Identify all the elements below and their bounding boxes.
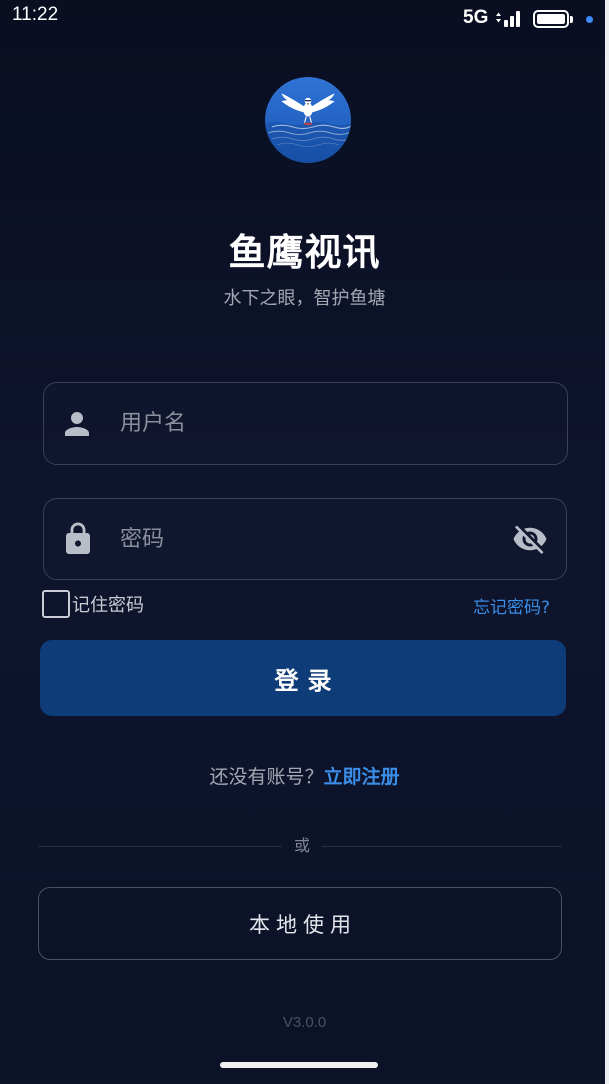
remember-label: 记住密码 — [72, 595, 144, 616]
username-field[interactable] — [43, 382, 568, 465]
lock-icon — [60, 521, 96, 557]
remember-checkbox[interactable] — [42, 590, 70, 618]
register-link[interactable]: 立即注册 — [324, 766, 400, 788]
app-slogan: 水下之眼，智护鱼塘 — [223, 288, 386, 309]
local-use-button-label: 本地使用 — [249, 912, 357, 937]
eye-off-icon[interactable] — [512, 521, 548, 557]
signal-icon — [495, 9, 525, 27]
local-use-button[interactable]: 本地使用 — [38, 887, 562, 960]
divider-label: 或 — [293, 836, 310, 855]
battery-icon — [533, 10, 573, 28]
app-title: 鱼鹰视讯 — [228, 231, 381, 274]
divider-line-left — [38, 846, 282, 847]
notification-dot-icon — [586, 16, 593, 23]
username-input[interactable] — [120, 383, 545, 464]
status-time: 11:22 — [12, 4, 59, 25]
network-type: 5G — [463, 7, 489, 28]
forgot-password-link[interactable]: 忘记密码? — [473, 597, 550, 619]
battery-level-fill — [537, 14, 565, 24]
app-version: V3.0.0 — [282, 1014, 327, 1031]
password-field[interactable] — [43, 498, 567, 580]
screen-edge — [605, 0, 609, 1084]
register-prompt-text: 还没有账号？ — [209, 766, 324, 788]
login-screen: 11:22 5G 鱼鹰视讯 水下之眼，智护鱼塘 用户名 记住密码 忘记密码? 登… — [0, 0, 609, 1084]
password-input[interactable] — [120, 499, 480, 579]
divider-line-right — [322, 846, 562, 847]
osprey-logo-icon — [265, 77, 351, 163]
user-icon — [59, 406, 95, 442]
register-prompt: 还没有账号？立即注册 — [0, 765, 609, 789]
remember-password-toggle[interactable]: 记住密码 — [42, 590, 144, 618]
login-button[interactable]: 登录 — [40, 640, 566, 716]
home-indicator[interactable] — [220, 1062, 378, 1068]
login-button-label: 登录 — [274, 666, 341, 695]
